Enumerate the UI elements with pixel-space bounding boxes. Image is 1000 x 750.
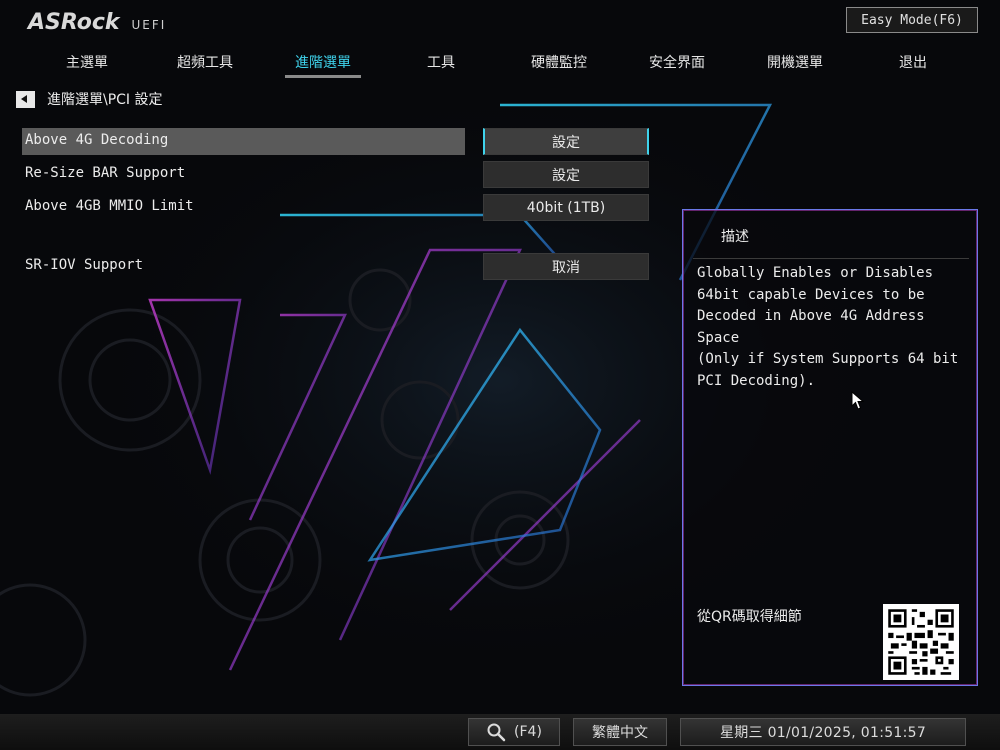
description-title: 描述 xyxy=(721,229,749,245)
description-text: Globally Enables or Disables 64bit capab… xyxy=(697,265,959,389)
main-tabs: 主選單 超頻工具 進階選單 工具 硬體監控 安全界面 開機選單 退出 xyxy=(28,52,972,78)
setting-value-button[interactable]: 40bit (1TB) xyxy=(483,194,649,221)
setting-value-button[interactable]: 取消 xyxy=(483,253,649,280)
tab-advanced[interactable]: 進階選單 xyxy=(264,52,382,78)
setting-row-mmio-limit[interactable]: Above 4GB MMIO Limit 40bit (1TB) xyxy=(22,194,652,221)
back-arrow-icon[interactable] xyxy=(16,90,35,108)
setting-label: SR-IOV Support xyxy=(25,257,144,273)
search-button[interactable]: (F4) xyxy=(468,718,560,746)
tab-oc-tweaker[interactable]: 超頻工具 xyxy=(146,52,264,78)
setting-label: Above 4G Decoding xyxy=(25,132,169,148)
tab-tool[interactable]: 工具 xyxy=(382,52,500,78)
tab-main[interactable]: 主選單 xyxy=(28,52,146,78)
mouse-pointer-icon xyxy=(851,391,865,410)
tab-hw-monitor[interactable]: 硬體監控 xyxy=(500,52,618,78)
tab-security[interactable]: 安全界面 xyxy=(618,52,736,78)
setting-value-button[interactable]: 設定 xyxy=(483,161,649,188)
qr-label: 從QR碼取得細節 xyxy=(697,609,802,625)
asrock-logo: ASRock UEFI xyxy=(28,10,166,35)
language-button[interactable]: 繁體中文 xyxy=(573,718,667,746)
search-icon xyxy=(487,723,506,742)
setting-label: Above 4GB MMIO Limit xyxy=(25,198,194,214)
breadcrumb: 進階選單\PCI 設定 xyxy=(16,89,163,109)
description-divider xyxy=(693,258,969,259)
qr-code-icon xyxy=(883,604,959,680)
setting-label: Re-Size BAR Support xyxy=(25,165,186,181)
setting-row-above-4g-decoding[interactable]: Above 4G Decoding 設定 xyxy=(22,128,652,155)
breadcrumb-path: 進階選單\PCI 設定 xyxy=(47,92,163,108)
brand-name: ASRock xyxy=(28,10,120,35)
tab-exit[interactable]: 退出 xyxy=(854,52,972,78)
setting-row-sr-iov[interactable]: SR-IOV Support 取消 xyxy=(22,253,652,280)
product-name: UEFI xyxy=(131,18,167,32)
easy-mode-button[interactable]: Easy Mode(F6) xyxy=(846,7,978,33)
setting-value-button[interactable]: 設定 xyxy=(483,128,649,155)
tab-boot[interactable]: 開機選單 xyxy=(736,52,854,78)
setting-row-resize-bar[interactable]: Re-Size BAR Support 設定 xyxy=(22,161,652,188)
datetime-display: 星期三 01/01/2025, 01:51:57 xyxy=(680,718,966,746)
search-key-label: (F4) xyxy=(514,724,542,740)
description-panel: 描述 Globally Enables or Disables 64bit ca… xyxy=(682,209,978,686)
